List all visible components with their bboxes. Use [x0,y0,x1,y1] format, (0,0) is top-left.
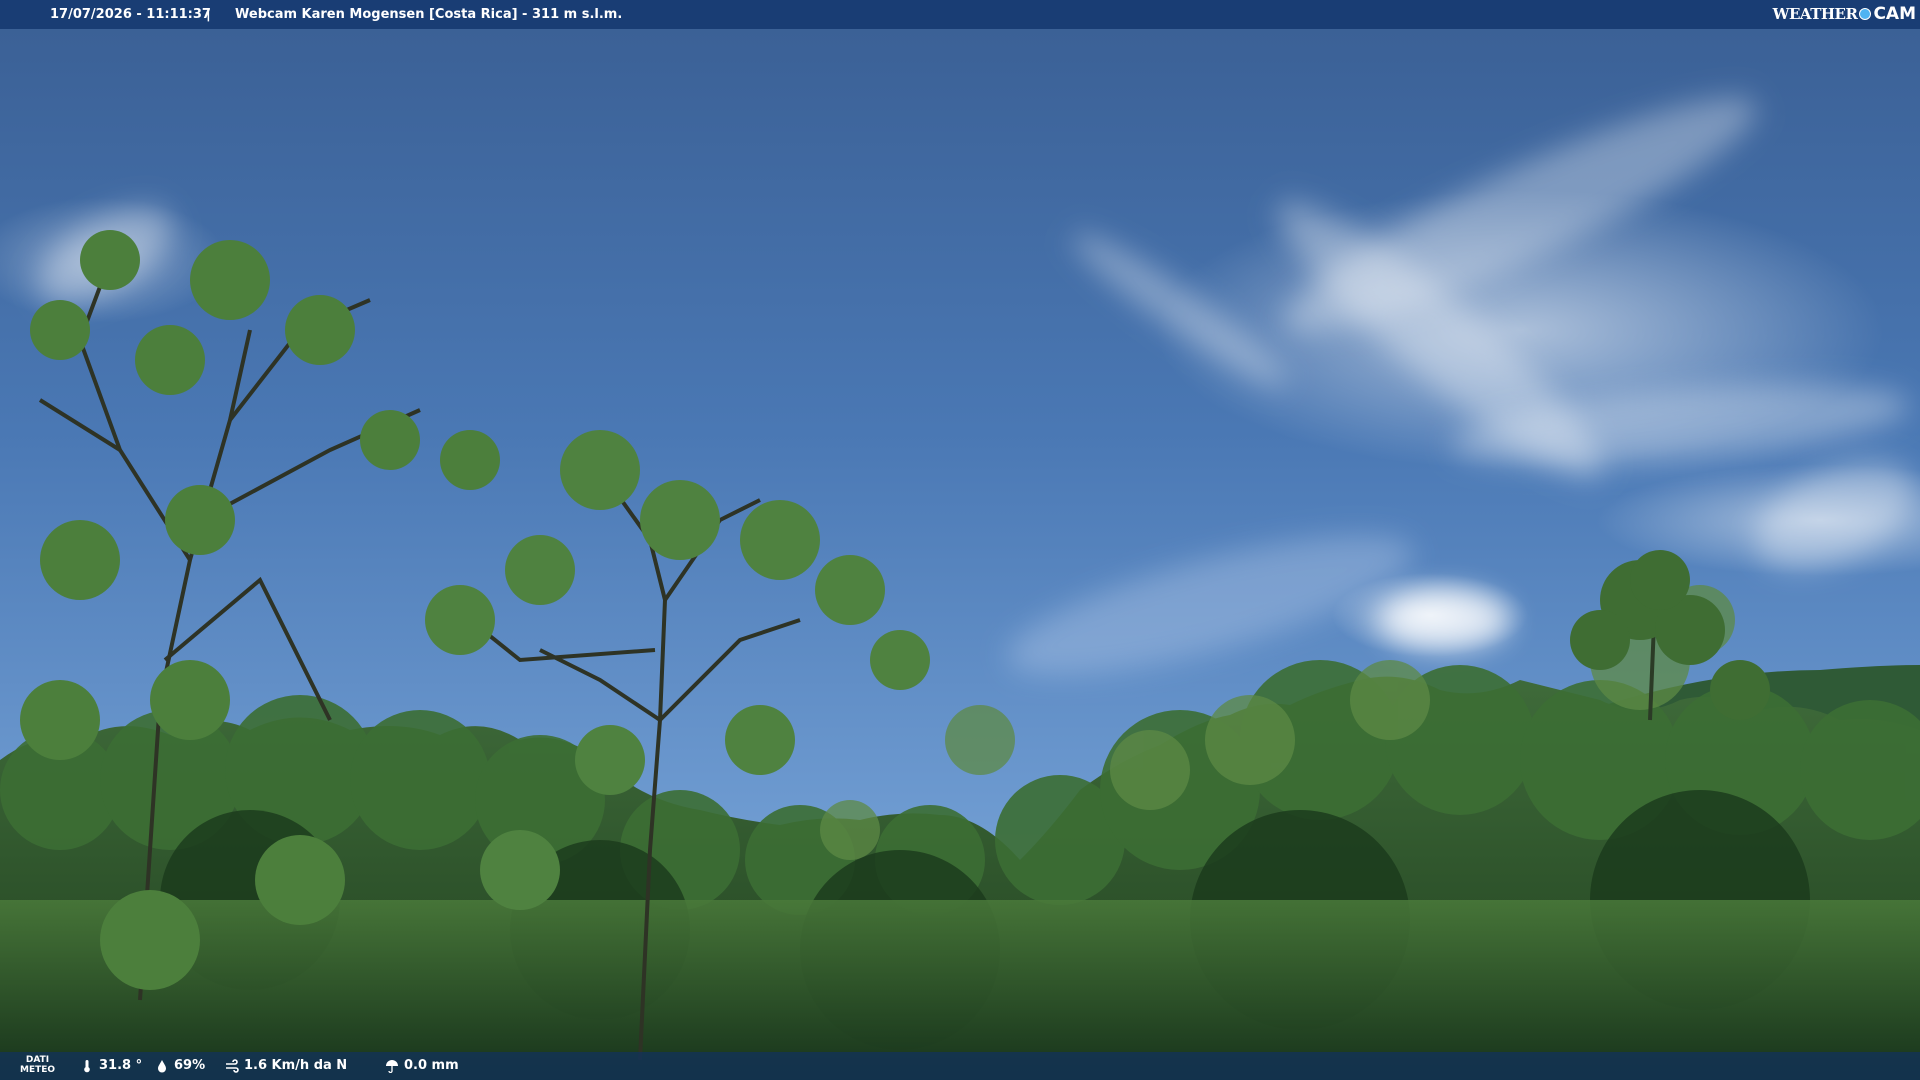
rain-reading: 0.0 mm [385,1058,459,1073]
weathercam-logo[interactable]: WEATHER CAM [1773,4,1916,24]
wind-value: 1.6 Km/h da N [244,1058,348,1073]
webcam-title: Webcam Karen Mogensen [Costa Rica] - 311… [235,7,623,22]
umbrella-icon [386,1059,398,1073]
thermometer-icon [84,1059,90,1072]
webcam-frame: 17/07/2026 - 11:11:37 | Webcam Karen Mog… [0,0,1920,1080]
logo-cam-text: CAM [1873,4,1916,24]
weather-data-label: DATI METEO [20,1055,55,1075]
logo-dot-icon [1859,8,1872,20]
temperature-value: 31.8 ° [99,1058,143,1073]
humidity-reading: 69% [155,1058,205,1073]
wind-reading: 1.6 Km/h da N [225,1058,347,1073]
logo-weather-text: WEATHER [1772,5,1858,23]
temperature-reading: 31.8 ° [80,1058,142,1073]
humidity-value: 69% [174,1058,206,1073]
top-info-bar: 17/07/2026 - 11:11:37 | Webcam Karen Mog… [0,0,1920,29]
weather-data-label-line1: DATI [25,1055,50,1065]
droplet-icon [158,1059,166,1072]
rain-value: 0.0 mm [404,1058,459,1073]
weather-data-bar: DATI METEO 31.8 ° 69% 1.6 Km/h da N 0.0 … [0,1052,1920,1080]
timestamp: 17/07/2026 - 11:11:37 [50,7,211,22]
wind-icon [226,1058,239,1073]
forest-scene [0,230,1920,1080]
header-separator: | [206,7,211,22]
weather-data-label-line2: METEO [20,1065,56,1075]
